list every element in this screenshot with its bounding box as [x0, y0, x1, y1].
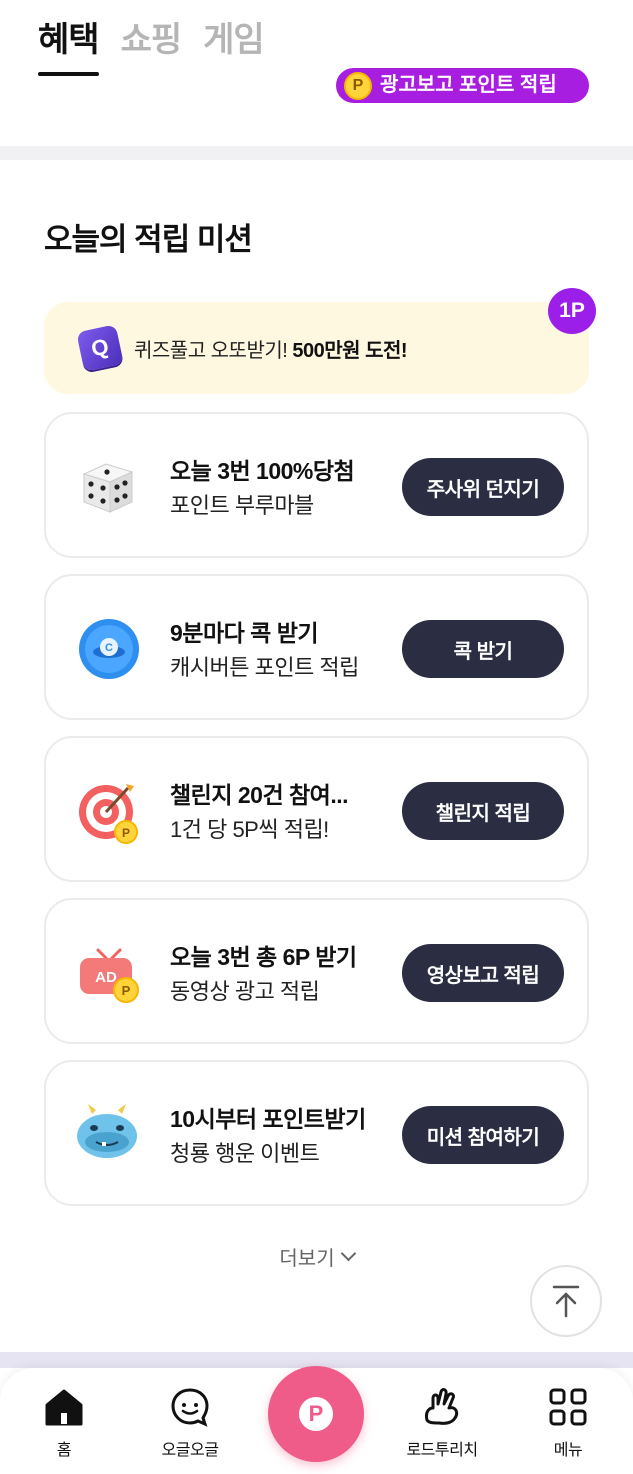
nav-home[interactable]: 홈 — [14, 1386, 114, 1460]
scroll-to-top-button[interactable] — [530, 1265, 602, 1337]
join-mission-button[interactable]: 미션 참여하기 — [402, 1106, 564, 1164]
nav-home-label: 홈 — [56, 1442, 72, 1459]
target-icon: P — [79, 784, 138, 844]
quiz-text-highlight: 500만원 도전! — [292, 339, 408, 362]
mission-subtitle: 1건 당 5P씩 적립! — [170, 817, 329, 842]
mission-card[interactable]: 오늘 3번 100%당첨 포인트 부루마블 주사위 던지기 — [44, 412, 589, 558]
get-point-button[interactable]: 콕 받기 — [402, 620, 564, 678]
mission-subtitle: 동영상 광고 적립 — [170, 979, 320, 1004]
mission-title: 챌린지 20건 참여... — [170, 782, 348, 808]
mission-title: 오늘 3번 총 6P 받기 — [170, 944, 357, 970]
quiz-banner[interactable]: Q 퀴즈풀고 오또받기! 500만원 도전! — [44, 302, 589, 394]
tab-games[interactable]: 게임 — [203, 18, 265, 62]
mission-card[interactable]: 10시부터 포인트받기 청룡 행운 이벤트 미션 참여하기 — [44, 1060, 589, 1206]
mission-card[interactable]: AD P 오늘 3번 총 6P 받기 동영상 광고 적립 영상보고 적립 — [44, 898, 589, 1044]
mission-title: 오늘 3번 100%당첨 — [170, 458, 355, 484]
grid-menu-icon — [549, 1388, 587, 1426]
section-title: 오늘의 적립 미션 — [44, 222, 253, 257]
section-divider — [0, 146, 633, 160]
chevron-down-icon — [340, 1245, 356, 1262]
nav-point-center-button[interactable]: P — [268, 1366, 364, 1462]
home-icon — [45, 1389, 83, 1426]
svg-text:P: P — [122, 826, 130, 840]
mission-card[interactable]: P 챌린지 20건 참여... 1건 당 5P씩 적립! 챌린지 적립 — [44, 736, 589, 882]
quiz-banner-text: 퀴즈풀고 오또받기! 500만원 도전! — [134, 334, 408, 363]
tab-benefits[interactable]: 혜택 — [38, 18, 100, 76]
ad-point-button[interactable]: P 광고보고 포인트 적립 — [336, 68, 589, 103]
more-label: 더보기 — [279, 1248, 335, 1270]
quiz-text-main: 퀴즈풀고 오또받기! — [134, 339, 293, 362]
challenge-button[interactable]: 챌린지 적립 — [402, 782, 564, 840]
mission-title: 9분마다 콕 받기 — [170, 620, 319, 646]
nav-oglogl[interactable]: 오글오글 — [140, 1386, 240, 1460]
tab-shopping[interactable]: 쇼핑 — [121, 18, 183, 62]
nav-road-to-rich[interactable]: 로드투리치 — [392, 1386, 492, 1460]
nav-menu[interactable]: 메뉴 — [518, 1386, 618, 1460]
arrow-up-icon — [552, 1285, 580, 1318]
mission-title: 10시부터 포인트받기 — [170, 1106, 366, 1132]
mission-card[interactable]: C 9분마다 콕 받기 캐시버튼 포인트 적립 콕 받기 — [44, 574, 589, 720]
mission-subtitle: 포인트 부루마블 — [170, 493, 314, 518]
svg-text:P: P — [122, 983, 131, 998]
road-hand-icon — [425, 1388, 459, 1425]
dice-icon — [82, 463, 134, 513]
nav-menu-label: 메뉴 — [553, 1442, 583, 1459]
chat-smile-icon — [171, 1388, 209, 1427]
point-center-icon: P — [299, 1397, 333, 1431]
top-header: 혜택 쇼핑 게임 P 광고보고 포인트 적립 — [0, 0, 633, 146]
point-coin-icon: P — [344, 71, 372, 100]
ad-tv-label: AD — [95, 969, 117, 986]
top-tabs: 혜택 쇼핑 게임 — [38, 18, 265, 76]
ad-point-label: 광고보고 포인트 적립 — [380, 74, 557, 96]
roll-dice-button[interactable]: 주사위 던지기 — [402, 458, 564, 516]
mission-subtitle: 캐시버튼 포인트 적립 — [170, 655, 359, 680]
cash-button-icon: C — [79, 619, 139, 679]
watch-ad-button[interactable]: 영상보고 적립 — [402, 944, 564, 1002]
nav-oglogl-label: 오글오글 — [161, 1442, 219, 1459]
mission-subtitle: 청룡 행운 이벤트 — [170, 1141, 320, 1166]
nav-road-to-rich-label: 로드투리치 — [406, 1442, 478, 1459]
svg-text:C: C — [105, 642, 113, 654]
blue-dragon-icon — [77, 1104, 137, 1158]
more-link[interactable]: 더보기 — [0, 1242, 633, 1271]
quiz-q-icon: Q — [76, 324, 124, 372]
ad-tv-icon: AD P — [80, 948, 139, 1003]
point-badge: 1P — [548, 288, 596, 334]
